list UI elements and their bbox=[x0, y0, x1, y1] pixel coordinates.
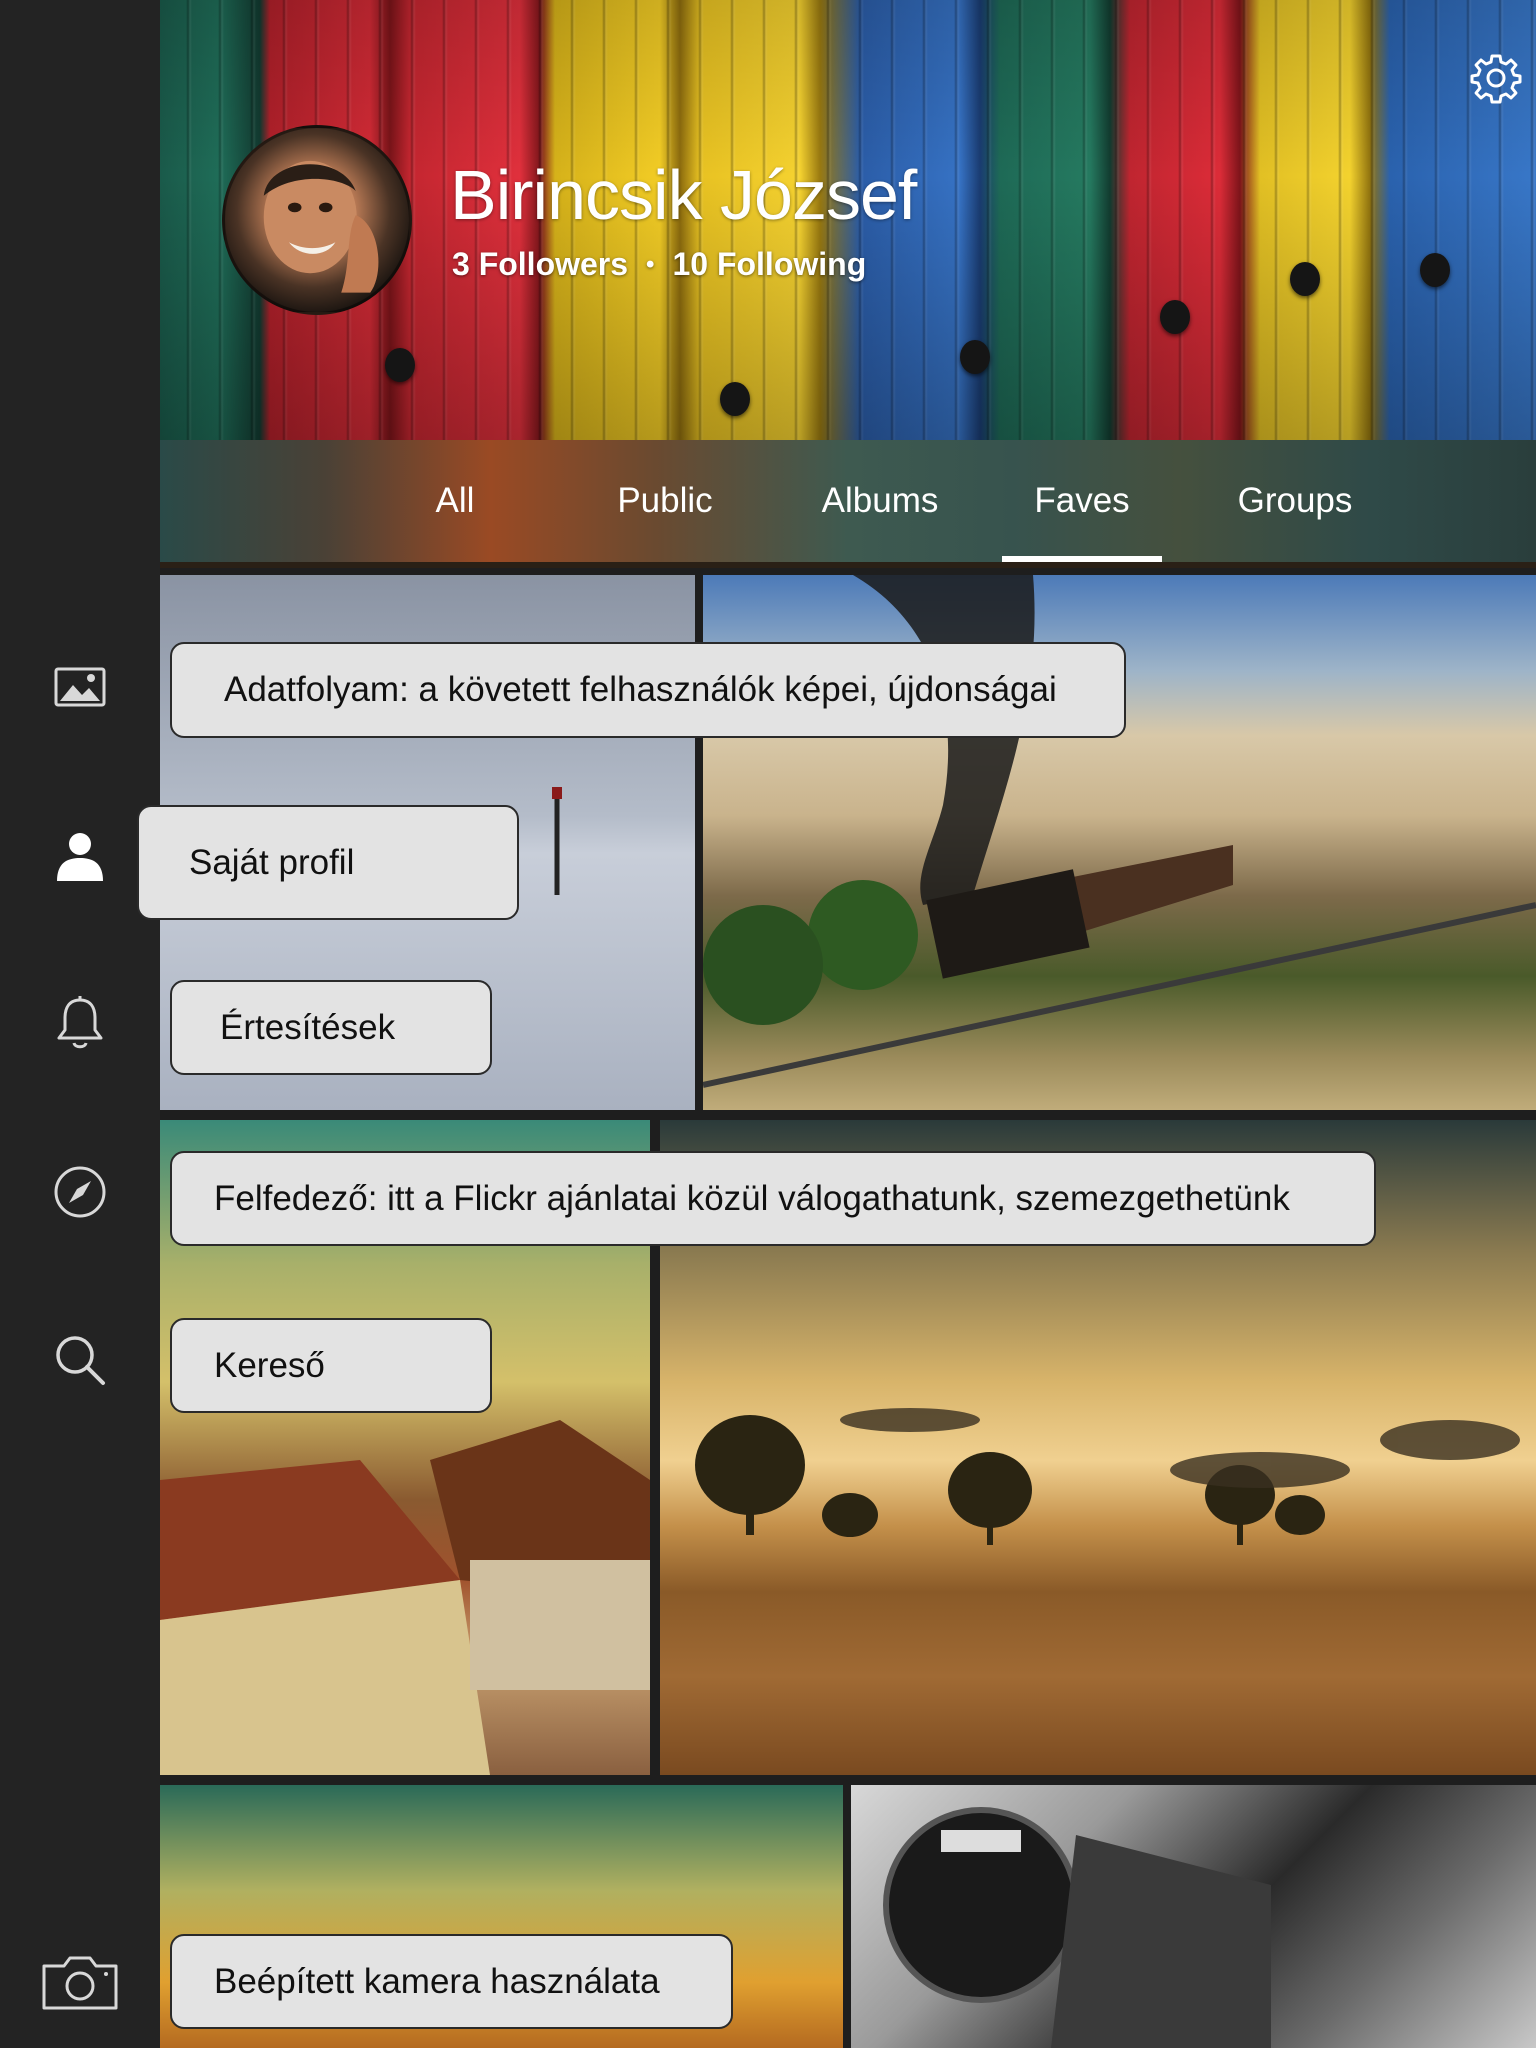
following-count[interactable]: 10 Following bbox=[672, 246, 866, 283]
callout-feed: Adatfolyam: a követett felhasználók képe… bbox=[170, 642, 1126, 738]
follow-stats: 3 Followers • 10 Following bbox=[452, 246, 866, 283]
profile-icon[interactable] bbox=[50, 826, 110, 886]
tab-all[interactable]: All bbox=[400, 440, 510, 562]
separator-dot: • bbox=[646, 250, 655, 278]
profile-name: Birincsik József bbox=[450, 156, 917, 234]
tab-faves[interactable]: Faves bbox=[1002, 440, 1162, 562]
photo-tile[interactable] bbox=[851, 1785, 1536, 2048]
tab-albums[interactable]: Albums bbox=[790, 440, 970, 562]
callout-explore: Felfedező: itt a Flickr ajánlatai közül … bbox=[170, 1151, 1376, 1246]
photostream-icon[interactable] bbox=[50, 656, 110, 716]
avatar[interactable] bbox=[222, 125, 412, 315]
notifications-icon[interactable] bbox=[50, 993, 110, 1053]
callout-notifications: Értesítések bbox=[170, 980, 492, 1075]
camera-icon[interactable] bbox=[40, 1947, 120, 2017]
settings-gear-icon[interactable] bbox=[1470, 52, 1522, 104]
callout-search: Kereső bbox=[170, 1318, 492, 1413]
callout-profile: Saját profil bbox=[137, 805, 519, 920]
followers-count[interactable]: 3 Followers bbox=[452, 246, 628, 283]
profile-header: Birincsik József 3 Followers • 10 Follow… bbox=[160, 0, 1536, 440]
tab-groups[interactable]: Groups bbox=[1210, 440, 1380, 562]
explore-compass-icon[interactable] bbox=[50, 1162, 110, 1222]
tab-public[interactable]: Public bbox=[590, 440, 740, 562]
search-icon[interactable] bbox=[50, 1330, 110, 1390]
profile-tabs: All Public Albums Faves Groups bbox=[160, 440, 1536, 568]
sidebar bbox=[0, 0, 160, 2048]
callout-camera: Beépített kamera használata bbox=[170, 1934, 733, 2029]
